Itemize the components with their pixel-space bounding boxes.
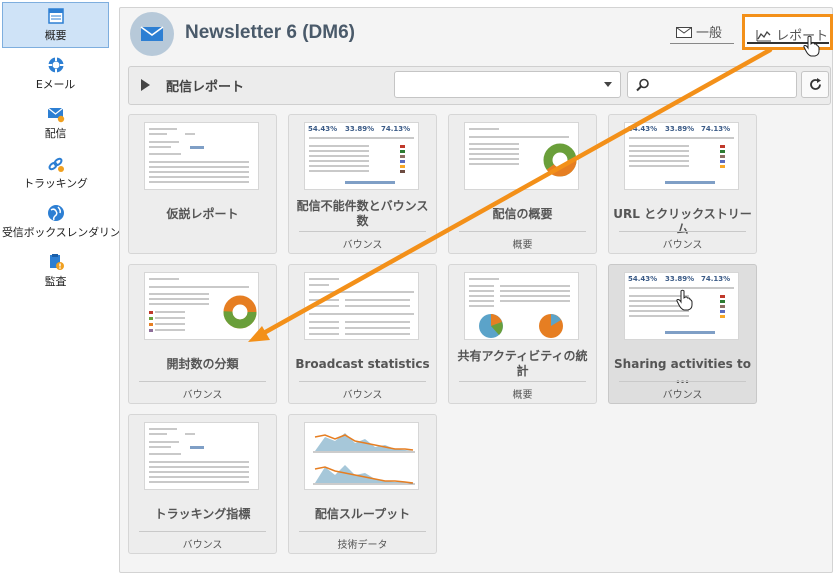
report-card-category: バウンス [182,540,223,551]
card-divider [299,531,426,532]
report-card-title: 配信不能件数とバウンス数 [296,199,429,228]
report-card-title: 配信スループット [314,507,411,521]
report-card-title: Broadcast statistics [295,357,430,371]
sidebar: 概要 Eメール 配信 トラッキング 受信ボックスレンダリング 監査 [0,0,132,575]
report-card-category: バウンス [342,390,383,401]
report-card-category: 概要 [512,240,533,251]
pie-chart-icon [479,314,503,338]
search-input[interactable] [627,71,797,98]
report-thumbnail [464,122,579,190]
report-card-title: トラッキング指標 [154,507,251,521]
inbox-rendering-icon [47,205,64,221]
report-card-title: 開封数の分類 [166,357,239,371]
sidebar-item-label: 配信 [44,127,67,140]
card-divider [619,381,746,382]
page-title: Newsletter 6 (DM6) [185,22,355,43]
report-thumbnail: 54.43% 33.89% 74.13% [624,272,739,340]
sidebar-item-email[interactable]: Eメール [2,52,109,98]
report-card-tracking-indicators[interactable]: トラッキング指標 バウンス [128,414,277,554]
report-card-hypothesis[interactable]: 仮説レポート [128,114,277,254]
report-card-category: バウンス [342,240,383,251]
sidebar-item-tracking[interactable]: トラッキング [2,151,109,197]
tab-report[interactable]: レポート [742,14,833,57]
report-card-title: 共有アクティビティの統計 [457,349,588,378]
sidebar-item-label: トラッキング [23,177,88,190]
delivery-avatar [130,12,174,56]
report-thumbnail [304,422,419,490]
chart-line-icon [756,30,771,42]
card-divider [619,231,746,232]
report-card-bounces[interactable]: 54.43% 33.89% 74.13% 配信不能件数とバウンス数 バウンス [288,114,437,254]
tab-divider [670,43,734,44]
sidebar-item-audit[interactable]: 監査 [2,249,109,295]
overview-icon [47,8,64,24]
card-divider [299,381,426,382]
sidebar-item-overview[interactable]: 概要 [2,2,109,48]
sidebar-item-inbox-rendering[interactable]: 受信ボックスレンダリング [2,200,132,246]
report-card-category: バウンス [662,240,703,251]
hand-cursor-icon [676,289,693,311]
report-card-category: バウンス [182,390,223,401]
report-card-title: Sharing activities to ... [614,357,751,386]
sidebar-item-label: 監査 [44,275,67,288]
report-thumbnail [144,422,259,490]
report-card-category: 技術データ [337,540,388,551]
sidebar-item-label: 概要 [44,29,67,42]
report-thumbnail [304,272,419,340]
report-thumbnail: 54.43% 33.89% 74.13% [624,122,739,190]
report-card-url-clickstream[interactable]: 54.43% 33.89% 74.13% URL とクリックストリーム バウンス [608,114,757,254]
sidebar-item-delivery[interactable]: 配信 [2,101,109,147]
envelope-icon [676,27,692,38]
sidebar-item-label: 受信ボックスレンダリング [2,226,132,239]
card-divider [459,381,586,382]
chevron-down-icon [604,82,612,87]
hand-cursor-icon [803,35,820,57]
donut-chart-icon [543,143,577,177]
report-card-category: バウンス [662,390,703,401]
report-card-title: URL とクリックストリーム [613,207,752,236]
donut-chart-icon [223,295,257,329]
report-thumbnail: 54.43% 33.89% 74.13% [304,122,419,190]
tracking-icon [48,157,64,172]
report-card-title: 仮説レポート [166,207,239,221]
card-divider [299,231,426,232]
report-thumbnail [144,122,259,190]
report-card-delivery-summary[interactable]: 配信の概要 概要 [448,114,597,254]
audit-icon [49,254,64,270]
tab-general[interactable]: 一般 [676,22,722,41]
tab-general-label: 一般 [696,26,723,41]
report-card-category: 概要 [512,390,533,401]
card-divider [139,531,266,532]
envelope-avatar-icon [140,26,164,41]
report-card-sharing-activity-stats[interactable]: 共有アクティビティの統計 概要 [448,264,597,404]
pie-chart-icon [539,314,563,338]
report-thumbnail [144,272,259,340]
expand-toggle-icon[interactable] [141,79,150,91]
report-card-title: 配信の概要 [492,207,553,221]
delivery-icon [47,107,64,123]
card-divider [139,381,266,382]
filter-select[interactable] [394,71,621,98]
sidebar-item-label: Eメール [35,78,76,91]
report-card-sharing-activities-to[interactable]: 54.43% 33.89% 74.13% Sharing activities to… [608,264,757,404]
report-card-delivery-throughput[interactable]: 配信スループット 技術データ [288,414,437,554]
card-divider [459,231,586,232]
refresh-icon [810,78,821,90]
report-thumbnail [464,272,579,340]
search-icon [636,78,649,92]
report-card-opens-breakdown[interactable]: 開封数の分類 バウンス [128,264,277,404]
report-card-broadcast-statistics[interactable]: Broadcast statistics バウンス [288,264,437,404]
toolbar-label: 配信レポート [166,80,245,95]
refresh-button[interactable] [801,71,829,98]
email-icon [47,57,64,73]
area-chart-icon [313,433,415,485]
